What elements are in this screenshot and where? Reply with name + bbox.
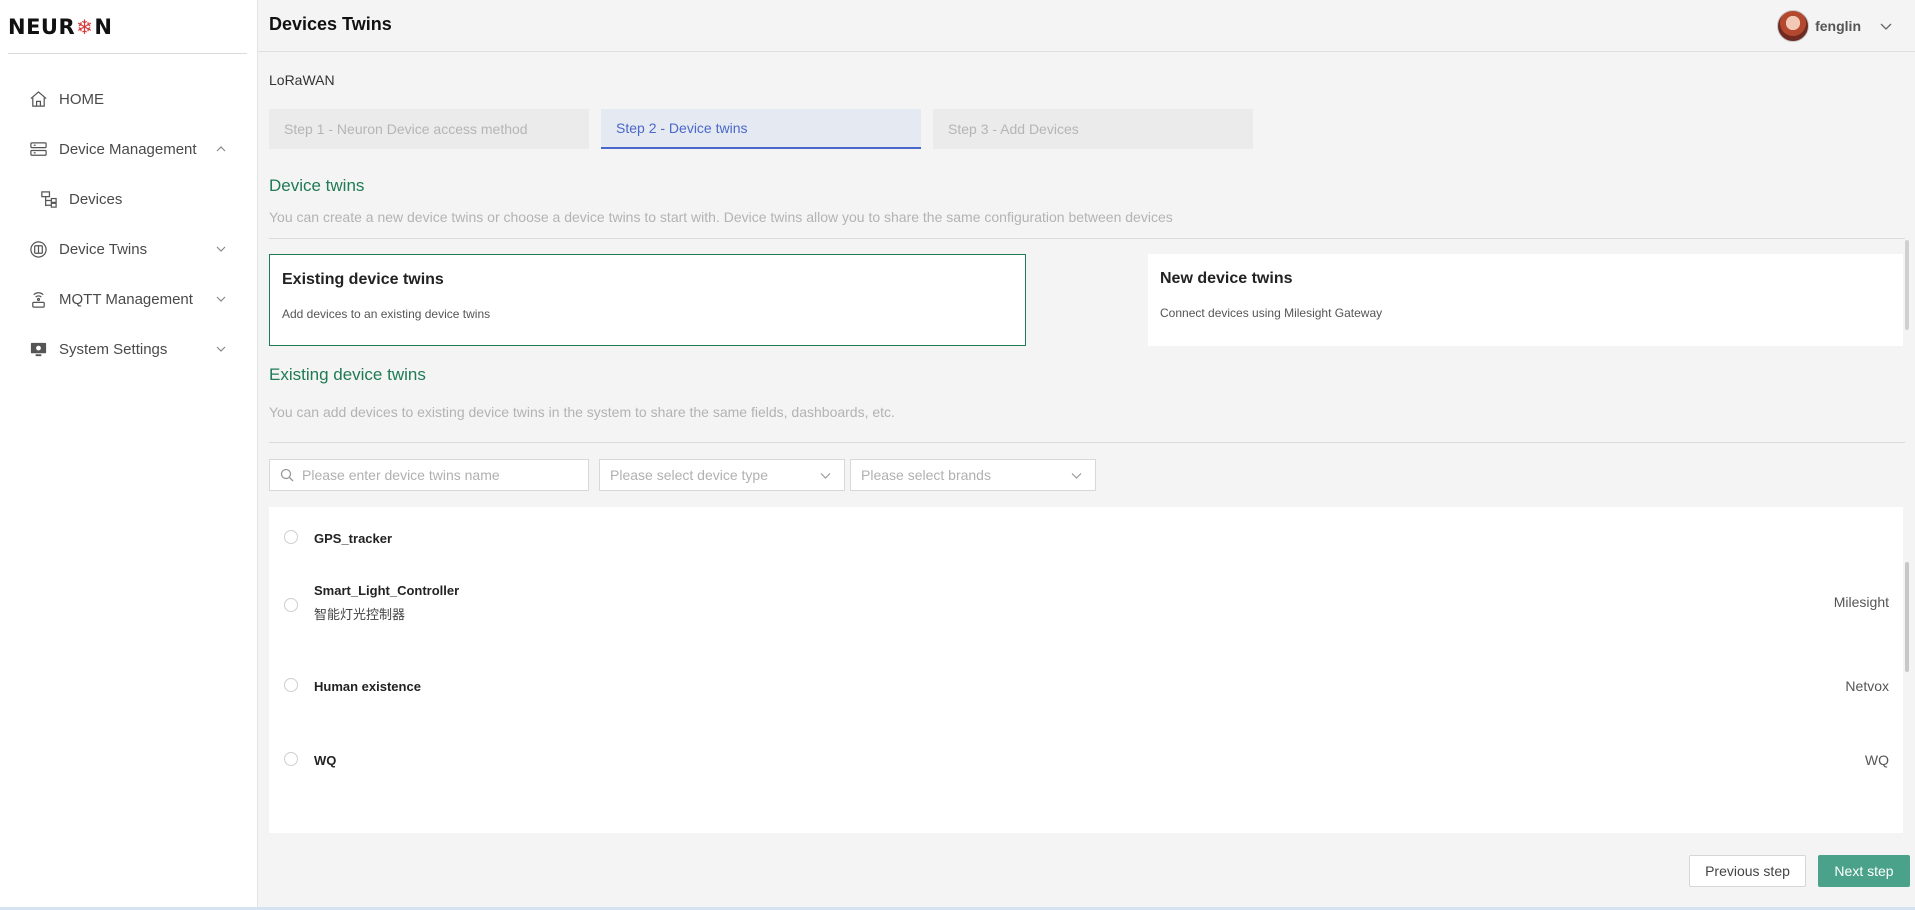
logo-text-end: N: [94, 14, 113, 39]
row-brand: Milesight: [1833, 594, 1889, 610]
header-bar: Devices Twins fenglin: [258, 0, 1915, 52]
brand-select[interactable]: Please select brands: [850, 459, 1096, 491]
row-name: Human existence: [314, 679, 421, 694]
row-brand: Netvox: [1845, 678, 1889, 694]
search-input[interactable]: Please enter device twins name: [269, 459, 589, 491]
username[interactable]: fenglin: [1815, 18, 1861, 34]
logo-text: NEUR: [8, 14, 76, 39]
sidebar-item-home[interactable]: HOME: [0, 74, 257, 124]
brand-placeholder: Please select brands: [861, 467, 991, 483]
step-1-tab[interactable]: Step 1 - Neuron Device access method: [269, 109, 589, 149]
antenna-icon: [28, 289, 48, 309]
device-type-select[interactable]: Please select device type: [599, 459, 845, 491]
device-twins-heading: Device twins: [269, 176, 365, 195]
chevron-down-icon: [1071, 473, 1082, 479]
snowflake-logo-icon: ❄: [76, 14, 94, 39]
neuron-logo[interactable]: NEUR ❄ N: [8, 0, 247, 54]
scrollbar-thumb[interactable]: [1905, 562, 1909, 672]
devices-icon: [38, 189, 58, 209]
sidebar-item-label: HOME: [59, 90, 104, 108]
page-title: Devices Twins: [269, 14, 392, 34]
device-twins-list: GPS_tracker Smart_Light_Controller 智能灯光控…: [269, 507, 1903, 833]
radio-button[interactable]: [284, 598, 298, 612]
step-2-tab[interactable]: Step 2 - Device twins: [601, 109, 921, 149]
home-icon: [28, 89, 48, 109]
sidebar-item-label: Device Twins: [59, 240, 148, 258]
sidebar: NEUR❄N HOME Device Management Devices: [0, 0, 258, 910]
twins-icon: [28, 239, 48, 259]
radio-button[interactable]: [284, 752, 298, 766]
user-menu[interactable]: fenglin: [1777, 10, 1893, 42]
sidebar-item-devices[interactable]: Devices: [0, 174, 257, 224]
chevron-up-icon: [216, 146, 226, 152]
previous-step-button[interactable]: Previous step: [1689, 855, 1806, 887]
device-twins-description: You can create a new device twins or cho…: [269, 209, 1173, 225]
sidebar-item-device-twins[interactable]: Device Twins: [0, 224, 257, 274]
row-name: GPS_tracker: [314, 531, 393, 546]
sidebar-item-label: MQTT Management: [59, 290, 193, 308]
breadcrumb: LoRaWAN: [269, 72, 335, 88]
card-description: Add devices to an existing device twins: [282, 307, 491, 321]
row-subtitle: 智能灯光控制器: [314, 607, 406, 622]
row-brand: WQ: [1864, 752, 1889, 768]
step-3-tab[interactable]: Step 3 - Add Devices: [933, 109, 1253, 149]
card-description: Connect devices using Milesight Gateway: [1160, 306, 1383, 320]
divider: [269, 238, 1905, 239]
chevron-down-icon: [216, 296, 226, 302]
avatar[interactable]: [1777, 10, 1810, 42]
monitor-settings-icon: [28, 339, 48, 359]
sidebar-item-label: Devices: [69, 190, 123, 208]
search-icon: [280, 468, 294, 482]
existing-device-twins-card[interactable]: Existing device twins Add devices to an …: [269, 254, 1026, 346]
sidebar-item-label: System Settings: [59, 340, 168, 358]
list-item[interactable]: WQ WQ: [269, 732, 1889, 782]
main-content: LoRaWAN Step 1 - Neuron Device access me…: [258, 52, 1915, 910]
sidebar-item-system-settings[interactable]: System Settings: [0, 324, 257, 374]
chevron-down-icon[interactable]: [1879, 19, 1893, 33]
new-device-twins-card[interactable]: New device twins Connect devices using M…: [1148, 254, 1903, 346]
search-placeholder: Please enter device twins name: [302, 467, 500, 483]
existing-device-twins-heading: Existing device twins: [269, 365, 426, 384]
row-name: Smart_Light_Controller: [314, 583, 460, 598]
list-item[interactable]: Human existence Netvox: [269, 657, 1889, 707]
card-title: Existing device twins: [282, 271, 444, 288]
chevron-down-icon: [216, 246, 226, 252]
radio-button[interactable]: [284, 678, 298, 692]
sidebar-item-device-management[interactable]: Device Management: [0, 124, 257, 174]
divider: [269, 442, 1905, 443]
list-item[interactable]: GPS_tracker: [269, 507, 1889, 557]
list-scrollbar[interactable]: [1903, 507, 1911, 833]
existing-device-twins-description: You can add devices to existing device t…: [269, 404, 895, 420]
device-type-placeholder: Please select device type: [610, 467, 768, 483]
radio-button[interactable]: [284, 530, 298, 544]
chevron-down-icon: [216, 346, 226, 352]
card-title: New device twins: [1160, 270, 1293, 287]
list-item[interactable]: Smart_Light_Controller 智能灯光控制器 Milesight: [269, 577, 1889, 637]
sidebar-nav: HOME Device Management Devices Device Tw…: [0, 74, 257, 374]
next-step-button[interactable]: Next step: [1818, 855, 1910, 887]
sidebar-item-mqtt-management[interactable]: MQTT Management: [0, 274, 257, 324]
chevron-down-icon: [820, 473, 831, 479]
sidebar-item-label: Device Management: [59, 140, 197, 158]
server-icon: [28, 139, 48, 159]
row-name: WQ: [314, 753, 337, 768]
cards-scrollbar[interactable]: [1905, 240, 1909, 330]
